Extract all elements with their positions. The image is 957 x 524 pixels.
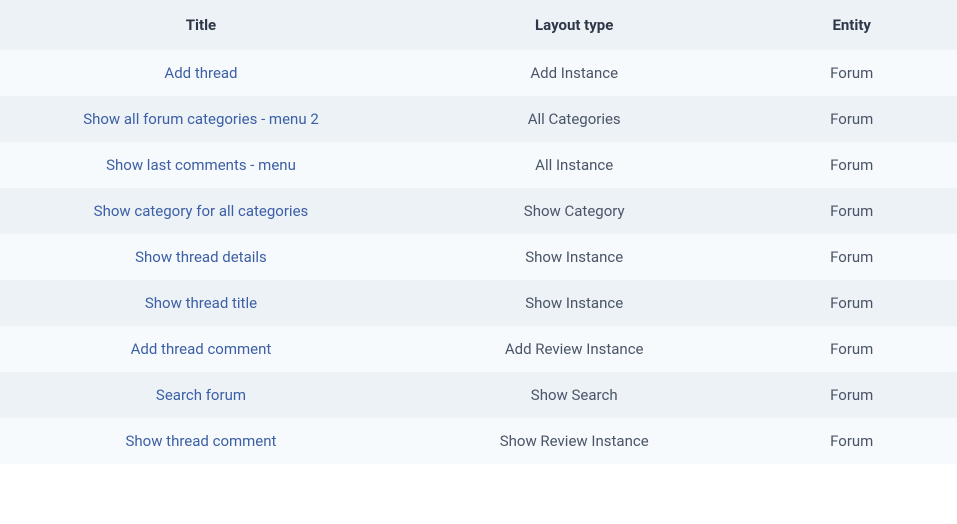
title-link[interactable]: Show category for all categories (94, 202, 309, 220)
title-link[interactable]: Show thread details (135, 248, 267, 266)
cell-entity: Forum (746, 234, 957, 280)
cell-entity: Forum (746, 96, 957, 142)
cell-title: Show last comments - menu (0, 142, 402, 188)
header-entity: Entity (746, 0, 957, 50)
cell-title: Show thread title (0, 280, 402, 326)
title-link[interactable]: Show thread title (145, 294, 257, 312)
cell-layout-type: Show Instance (402, 234, 747, 280)
table-row: Show last comments - menu All InstanceFor… (0, 142, 957, 188)
table-row: Add thread comment Add Review InstanceFor… (0, 326, 957, 372)
title-link[interactable]: Add thread comment (131, 340, 272, 358)
table-body: Add threadAdd InstanceForumShow all foru… (0, 50, 957, 464)
cell-entity: Forum (746, 326, 957, 372)
cell-layout-type: All Categories (402, 96, 747, 142)
cell-entity: Forum (746, 372, 957, 418)
title-link[interactable]: Add thread (164, 64, 237, 82)
title-link[interactable]: Show all forum categories - menu 2 (83, 110, 319, 128)
cell-entity: Forum (746, 280, 957, 326)
cell-title: Show thread comment (0, 418, 402, 464)
table-header-row: Title Layout type Entity (0, 0, 957, 50)
cell-entity: Forum (746, 142, 957, 188)
cell-title: Search forum (0, 372, 402, 418)
cell-layout-type: Add Instance (402, 50, 747, 96)
cell-entity: Forum (746, 418, 957, 464)
table-row: Show thread details Show InstanceForum (0, 234, 957, 280)
cell-entity: Forum (746, 188, 957, 234)
table-row: Show thread title Show InstanceForum (0, 280, 957, 326)
cell-layout-type: All Instance (402, 142, 747, 188)
header-title: Title (0, 0, 402, 50)
table-row: Add thread Add InstanceForum (0, 50, 957, 96)
table-row: Show all forum categories - menu 2 All Ca… (0, 96, 957, 142)
cell-title: Show category for all categories (0, 188, 402, 234)
cell-title: Add thread comment (0, 326, 402, 372)
cell-title: Show all forum categories - menu 2 (0, 96, 402, 142)
title-link[interactable]: Search forum (156, 386, 246, 404)
table-row: Search forum Show SearchForum (0, 372, 957, 418)
cell-layout-type: Show Instance (402, 280, 747, 326)
cell-layout-type: Show Review Instance (402, 418, 747, 464)
cell-title: Add thread (0, 50, 402, 96)
title-link[interactable]: Show last comments - menu (106, 156, 296, 174)
cell-title: Show thread details (0, 234, 402, 280)
cell-layout-type: Add Review Instance (402, 326, 747, 372)
cell-layout-type: Show Category (402, 188, 747, 234)
table-row: Show category for all categories Show Cat… (0, 188, 957, 234)
header-layout-type: Layout type (402, 0, 747, 50)
title-link[interactable]: Show thread comment (125, 432, 276, 450)
layouts-table: Title Layout type Entity Add thread Add I… (0, 0, 957, 464)
cell-layout-type: Show Search (402, 372, 747, 418)
cell-entity: Forum (746, 50, 957, 96)
table-row: Show thread comment Show Review InstanceF… (0, 418, 957, 464)
